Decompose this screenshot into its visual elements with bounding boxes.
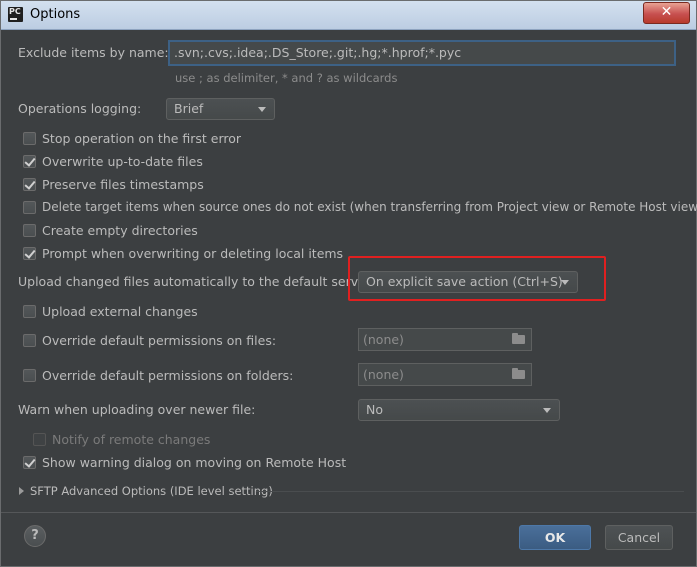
override-files-value: (none)	[363, 332, 404, 347]
warn-newer-select[interactable]: No	[358, 399, 560, 421]
show-warning-label[interactable]: Show warning dialog on moving on Remote …	[42, 455, 346, 470]
preserve-timestamps-label[interactable]: Preserve files timestamps	[42, 177, 204, 192]
window-title: Options	[30, 7, 81, 22]
override-folders-value: (none)	[363, 367, 404, 382]
ok-button[interactable]: OK	[519, 525, 591, 550]
section-divider	[256, 491, 684, 492]
operations-logging-label: Operations logging:	[18, 101, 142, 116]
exclude-label: Exclude items by name:	[18, 45, 169, 60]
exclude-input[interactable]: .svn;.cvs;.idea;.DS_Store;.git;.hg;*.hpr…	[168, 40, 676, 66]
annotation-highlight-box	[348, 256, 606, 301]
operations-logging-select[interactable]: Brief	[166, 98, 275, 120]
override-folders-field[interactable]: (none)	[358, 363, 532, 386]
cancel-button[interactable]: Cancel	[605, 525, 673, 550]
warn-newer-label: Warn when uploading over newer file:	[18, 402, 256, 417]
warn-newer-value: No	[366, 402, 383, 417]
notify-remote-label: Notify of remote changes	[52, 432, 211, 447]
operations-logging-value: Brief	[174, 101, 204, 116]
override-folders-checkbox[interactable]	[23, 369, 36, 382]
upload-external-checkbox[interactable]	[23, 305, 36, 318]
prompt-overwrite-checkbox[interactable]	[23, 247, 36, 260]
exclude-hint: use ; as delimiter, * and ? as wildcards	[175, 71, 398, 85]
close-icon[interactable]: ✕	[643, 2, 690, 24]
sftp-advanced-toggle[interactable]: SFTP Advanced Options (IDE level setting…	[30, 484, 273, 498]
chevron-down-icon	[258, 107, 266, 112]
notify-remote-checkbox	[33, 433, 46, 446]
app-icon-text: PC	[9, 7, 21, 16]
stop-on-error-label[interactable]: Stop operation on the first error	[42, 131, 241, 146]
show-warning-checkbox[interactable]	[23, 456, 36, 469]
chevron-right-icon[interactable]	[19, 487, 24, 495]
folder-icon[interactable]	[512, 333, 525, 344]
preserve-timestamps-checkbox[interactable]	[23, 178, 36, 191]
options-dialog: PC Options ✕ Exclude items by name: .svn…	[0, 0, 697, 567]
folder-icon[interactable]	[512, 368, 525, 379]
delete-target-checkbox[interactable]	[23, 201, 36, 214]
overwrite-label[interactable]: Overwrite up-to-date files	[42, 154, 203, 169]
overwrite-checkbox[interactable]	[23, 155, 36, 168]
title-bar: PC Options ✕	[1, 1, 696, 30]
create-empty-dirs-label[interactable]: Create empty directories	[42, 223, 198, 238]
stop-on-error-checkbox[interactable]	[23, 132, 36, 145]
override-files-checkbox[interactable]	[23, 334, 36, 347]
override-files-field[interactable]: (none)	[358, 328, 532, 351]
help-icon[interactable]: ?	[24, 525, 46, 547]
upload-changed-label: Upload changed files automatically to th…	[18, 274, 371, 289]
delete-target-label[interactable]: Delete target items when source ones do …	[42, 200, 697, 214]
override-folders-label[interactable]: Override default permissions on folders:	[42, 368, 293, 383]
upload-external-label[interactable]: Upload external changes	[42, 304, 198, 319]
create-empty-dirs-checkbox[interactable]	[23, 224, 36, 237]
chevron-down-icon	[543, 408, 551, 413]
app-icon: PC	[8, 7, 23, 22]
override-files-label[interactable]: Override default permissions on files:	[42, 333, 276, 348]
footer-separator	[1, 512, 696, 513]
prompt-overwrite-label[interactable]: Prompt when overwriting or deleting loca…	[42, 246, 343, 261]
